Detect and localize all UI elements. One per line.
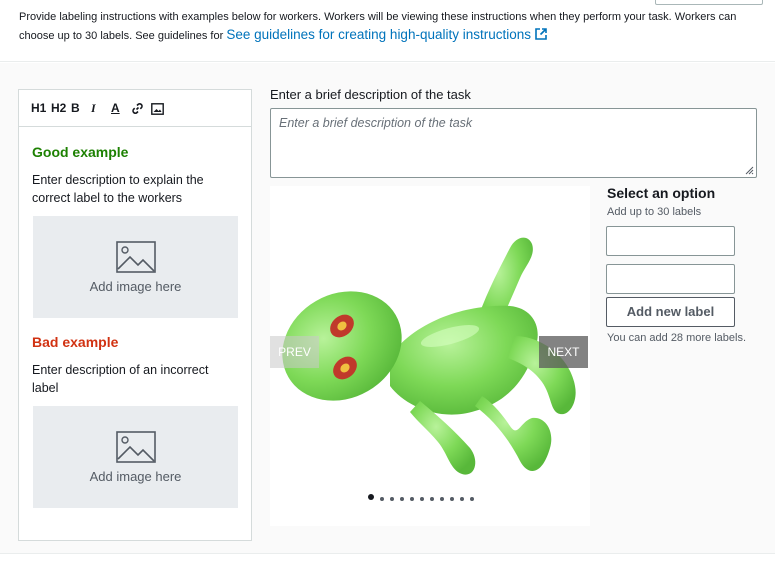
carousel-next-button[interactable]: NEXT xyxy=(539,336,588,368)
task-description-input[interactable]: Enter a brief description of the task xyxy=(270,108,757,178)
carousel-dot[interactable] xyxy=(430,497,434,501)
footer-strip xyxy=(0,553,775,570)
link-button[interactable] xyxy=(131,101,148,115)
examples-editor: H1 H2 B I A Good example Enter descripti… xyxy=(18,89,252,541)
good-example-description[interactable]: Enter description to explain the correct… xyxy=(32,171,232,207)
insert-image-button[interactable] xyxy=(151,101,168,115)
carousel-dot[interactable] xyxy=(400,497,404,501)
select-option-subtitle: Add up to 30 labels xyxy=(607,206,702,218)
guidelines-link[interactable]: See guidelines for creating high-quality… xyxy=(226,27,547,42)
italic-button[interactable]: I xyxy=(91,101,108,116)
heading1-button[interactable]: H1 xyxy=(31,101,48,115)
link-icon xyxy=(132,103,143,115)
carousel-dot[interactable] xyxy=(450,497,454,501)
bad-example-description[interactable]: Enter description of an incorrect label xyxy=(32,361,232,397)
add-new-label-button[interactable]: Add new label xyxy=(606,297,735,327)
image-placeholder-icon xyxy=(115,240,156,273)
heading2-button[interactable]: H2 xyxy=(51,101,68,115)
top-partial-control[interactable] xyxy=(655,0,763,5)
instructions-text: Provide labeling instructions with examp… xyxy=(19,9,759,45)
carousel-dot[interactable] xyxy=(410,497,414,501)
bold-button[interactable]: B xyxy=(71,101,88,115)
external-link-icon xyxy=(535,28,547,40)
good-example-image-label: Add image here xyxy=(89,278,182,294)
bad-example-title: Bad example xyxy=(32,334,119,350)
good-example-title: Good example xyxy=(32,144,129,160)
image-icon xyxy=(151,102,164,115)
good-example-image-dropzone[interactable]: Add image here xyxy=(33,216,238,318)
carousel-dot[interactable] xyxy=(380,497,384,501)
font-color-button[interactable]: A xyxy=(111,101,128,115)
resize-grip-icon[interactable] xyxy=(744,165,754,175)
task-description-placeholder: Enter a brief description of the task xyxy=(279,116,473,130)
carousel-dot[interactable] xyxy=(470,497,474,501)
task-description-label: Enter a brief description of the task xyxy=(270,87,471,102)
label-input-1[interactable] xyxy=(606,226,735,256)
image-placeholder-icon xyxy=(115,430,156,463)
guidelines-link-label: See guidelines for creating high-quality… xyxy=(226,27,532,42)
bad-example-image-dropzone[interactable]: Add image here xyxy=(33,406,238,508)
carousel-dot[interactable] xyxy=(368,494,374,500)
carousel-pagination xyxy=(368,494,474,504)
select-option-title: Select an option xyxy=(607,185,716,201)
carousel-dot[interactable] xyxy=(460,497,464,501)
editor-toolbar: H1 H2 B I A xyxy=(19,90,251,127)
carousel-dot[interactable] xyxy=(390,497,394,501)
carousel-dot[interactable] xyxy=(440,497,444,501)
remaining-labels-note: You can add 28 more labels. xyxy=(607,332,747,344)
label-input-2[interactable] xyxy=(606,264,735,294)
carousel-dot[interactable] xyxy=(420,497,424,501)
carousel-prev-button[interactable]: PREV xyxy=(270,336,319,368)
bad-example-image-label: Add image here xyxy=(89,468,182,484)
instructions-header: Provide labeling instructions with examp… xyxy=(0,0,775,62)
